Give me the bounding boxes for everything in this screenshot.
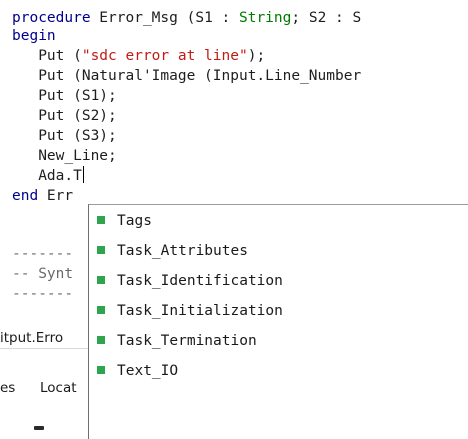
tab-partial[interactable]: es bbox=[0, 380, 15, 396]
code-text: Error_Msg (S1 : bbox=[90, 10, 239, 26]
code-line-9: Ada.T bbox=[12, 166, 85, 186]
folder-icon[interactable] bbox=[34, 426, 44, 430]
comment: ------- bbox=[12, 286, 74, 302]
completion-item-label: Task_Termination bbox=[117, 333, 257, 349]
code-text: Put (S3); bbox=[12, 128, 117, 144]
tab-locations[interactable]: Locat bbox=[40, 380, 77, 396]
code-line-6: Put (S2); bbox=[12, 106, 117, 126]
text-cursor bbox=[82, 166, 85, 183]
keyword-procedure: procedure bbox=[12, 10, 91, 26]
code-line-5: Put (S1); bbox=[12, 86, 117, 106]
completion-item[interactable]: Task_Termination bbox=[97, 326, 257, 356]
comment: ------- bbox=[12, 246, 74, 262]
code-text: New_Line; bbox=[12, 148, 117, 164]
code-line-12: ------- bbox=[12, 244, 73, 264]
code-text: ; S2 : S bbox=[291, 10, 362, 26]
package-icon bbox=[97, 306, 105, 314]
code-line-13: -- Synt bbox=[12, 264, 73, 284]
package-icon bbox=[97, 366, 105, 374]
code-text: Put (Natural'Image (Input.Line_Number bbox=[12, 68, 362, 84]
package-icon bbox=[97, 216, 105, 224]
string-literal: "sdc error at line" bbox=[81, 48, 248, 64]
completion-item[interactable]: Tags bbox=[97, 206, 152, 236]
completion-item-label: Tags bbox=[117, 213, 152, 229]
code-line-4: Put (Natural'Image (Input.Line_Number bbox=[12, 66, 361, 86]
completion-item-label: Text_IO bbox=[117, 363, 179, 379]
code-line-14: ------- bbox=[12, 284, 73, 304]
code-text: Put (S1); bbox=[12, 88, 117, 104]
keyword-begin: begin bbox=[12, 28, 56, 44]
code-line-7: Put (S3); bbox=[12, 126, 117, 146]
keyword-end: end bbox=[12, 188, 39, 204]
code-text: Err bbox=[38, 188, 74, 204]
completion-item-label: Task_Attributes bbox=[117, 243, 248, 259]
package-icon bbox=[97, 276, 105, 284]
code-text: ); bbox=[247, 48, 266, 64]
package-icon bbox=[97, 246, 105, 254]
code-line-10: end Err bbox=[12, 186, 73, 206]
type-name: String bbox=[238, 10, 292, 26]
completion-item[interactable]: Task_Identification bbox=[97, 266, 283, 296]
completion-item[interactable]: Task_Initialization bbox=[97, 296, 283, 326]
completion-item-label: Task_Identification bbox=[117, 273, 283, 289]
completion-popup: Tags Task_Attributes Task_Identification… bbox=[88, 204, 468, 439]
code-line-2: begin bbox=[12, 26, 56, 46]
package-icon bbox=[97, 336, 105, 344]
code-text: Ada.T bbox=[12, 168, 82, 184]
code-text: Put ( bbox=[12, 48, 82, 64]
completion-item[interactable]: Task_Attributes bbox=[97, 236, 248, 266]
comment: -- Synt bbox=[12, 266, 74, 282]
completion-item[interactable]: Text_IO bbox=[97, 356, 178, 386]
completion-item-label: Task_Initialization bbox=[117, 303, 283, 319]
code-line-1: procedure Error_Msg (S1 : String; S2 : S bbox=[12, 8, 361, 28]
tab-output-errors[interactable]: itput.Erro bbox=[0, 330, 63, 346]
code-line-3: Put ("sdc error at line"); bbox=[12, 46, 265, 66]
code-text: Put (S2); bbox=[12, 108, 117, 124]
code-line-8: New_Line; bbox=[12, 146, 117, 166]
